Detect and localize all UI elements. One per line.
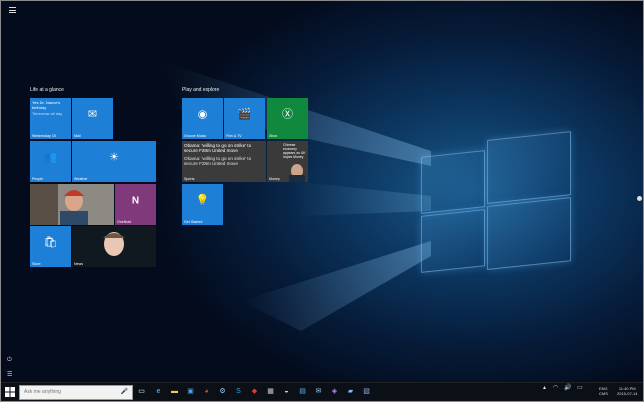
app-icon-5[interactable]: ▰ bbox=[346, 387, 355, 396]
onenote-icon: N bbox=[131, 195, 140, 207]
wifi-icon[interactable]: ◠ bbox=[553, 385, 558, 391]
power-icon[interactable]: ⏻ bbox=[7, 357, 12, 364]
app-icon-4[interactable]: ◈ bbox=[330, 387, 339, 396]
language-indicator[interactable]: ENG CMS bbox=[599, 386, 608, 396]
app-icon-3[interactable]: ✉ bbox=[314, 387, 323, 396]
xbox-icon: Ⓧ bbox=[282, 108, 293, 121]
sun-icon: ☀ bbox=[109, 151, 119, 164]
store-taskbar-icon[interactable]: ▣ bbox=[186, 387, 195, 396]
onenote-tile[interactable]: N OneNote bbox=[115, 184, 156, 225]
store-bag-icon: 🛍 bbox=[43, 236, 58, 249]
all-apps-icon[interactable]: ☰ bbox=[7, 371, 12, 378]
taskbar: Ask me anything 🎤 ▭ e ▬ ▣ ◕ ⚙ S ◆ ▦ ◒ ▤ … bbox=[1, 382, 643, 401]
clock-date: 2015-07-14 bbox=[617, 391, 638, 396]
group-title-play: Play and explore bbox=[182, 87, 220, 93]
mail-icon: ✉ bbox=[87, 108, 98, 121]
edge-handle[interactable] bbox=[637, 196, 642, 201]
sports-label: Sports bbox=[184, 177, 195, 181]
money-label: Money bbox=[269, 177, 280, 181]
settings-icon[interactable]: ⚙ bbox=[218, 387, 227, 396]
groove-music-tile[interactable]: ◉ Groove Music bbox=[182, 98, 223, 139]
network-icon[interactable]: ▴ bbox=[543, 385, 546, 391]
people-tile[interactable]: 👥 People bbox=[30, 141, 71, 182]
photo-person-image bbox=[30, 184, 114, 225]
get-started-label: Get Started bbox=[184, 220, 203, 224]
people-icon: 👥 bbox=[43, 151, 58, 164]
get-started-tile[interactable]: 💡 Get Started bbox=[182, 184, 223, 225]
clapper-icon: 🎬 bbox=[237, 108, 252, 121]
sports-tile[interactable]: Obama: 'willing to go on strike' to secu… bbox=[182, 141, 266, 182]
desktop: Life at a glance Play and explore Yes Dr… bbox=[0, 0, 644, 402]
groove-disc-icon: ◉ bbox=[197, 108, 208, 121]
calendar-sub: Tomorrow all day bbox=[32, 111, 63, 116]
calendar-event: Yes Dr. Nance's birthday bbox=[32, 100, 61, 110]
task-view-icon[interactable]: ▭ bbox=[137, 387, 146, 396]
calendar-day: Wednesday 15 bbox=[32, 134, 56, 138]
skype-icon[interactable]: S bbox=[234, 387, 243, 396]
xbox-tile[interactable]: Ⓧ Xbox bbox=[267, 98, 308, 139]
app-icon-2[interactable]: ▤ bbox=[298, 387, 307, 396]
onenote-label: OneNote bbox=[117, 220, 132, 224]
weather-tile[interactable]: ☀ Weather bbox=[72, 141, 156, 182]
volume-icon[interactable]: 🔊 bbox=[564, 385, 571, 391]
microphone-icon[interactable]: 🎤 bbox=[121, 388, 128, 395]
mail-label: Mail bbox=[74, 134, 81, 138]
news-label: News bbox=[74, 262, 83, 266]
weather-label: Weather bbox=[74, 177, 88, 181]
group-title-life: Life at a glance bbox=[30, 87, 64, 93]
windows-start-icon[interactable] bbox=[5, 387, 15, 397]
people-label: People bbox=[32, 177, 44, 181]
edge-browser-icon[interactable]: e bbox=[154, 387, 163, 396]
film-tv-tile[interactable]: 🎬 Film & TV bbox=[224, 98, 265, 139]
news-photo-image bbox=[72, 226, 156, 267]
store-tile[interactable]: 🛍 Store bbox=[30, 226, 71, 267]
hamburger-menu-icon[interactable] bbox=[9, 7, 16, 15]
clock[interactable]: 11:40 PM 2015-07-14 bbox=[617, 386, 637, 396]
battery-icon[interactable]: ▭ bbox=[577, 385, 583, 391]
app-icon-6[interactable]: ▧ bbox=[362, 387, 371, 396]
sports-headline-2: Obama: 'willing to go on strike' to secu… bbox=[184, 156, 252, 166]
money-headline: Chinese economy appears on UK hopes Mone… bbox=[283, 143, 306, 159]
app-icon-1[interactable]: ◒ bbox=[282, 387, 291, 396]
xbox-label: Xbox bbox=[269, 134, 278, 138]
money-tile[interactable]: Chinese economy appears on UK hopes Mone… bbox=[267, 141, 308, 182]
photos-tile[interactable] bbox=[30, 184, 114, 225]
cortana-search-box[interactable]: Ask me anything 🎤 bbox=[19, 385, 133, 400]
wallpaper-windows-logo bbox=[421, 131, 571, 277]
films-label: Film & TV bbox=[226, 134, 242, 138]
mail-tile[interactable]: ✉ Mail bbox=[72, 98, 113, 139]
pdf-reader-icon[interactable]: ◆ bbox=[250, 387, 259, 396]
news-tile[interactable]: News bbox=[72, 226, 156, 267]
calculator-icon[interactable]: ▦ bbox=[266, 387, 275, 396]
file-explorer-icon[interactable]: ▬ bbox=[170, 387, 179, 396]
sports-headline-1: Obama: 'willing to go on strike' to secu… bbox=[184, 143, 252, 153]
search-placeholder: Ask me anything bbox=[24, 389, 61, 395]
calendar-tile[interactable]: Yes Dr. Nance's birthday Tomorrow all da… bbox=[30, 98, 71, 139]
store-label: Store bbox=[32, 262, 41, 266]
lightbulb-icon: 💡 bbox=[195, 194, 210, 207]
lang-line-2: CMS bbox=[599, 391, 608, 396]
groove-label: Groove Music bbox=[184, 134, 207, 138]
chrome-icon[interactable]: ◕ bbox=[202, 387, 211, 396]
